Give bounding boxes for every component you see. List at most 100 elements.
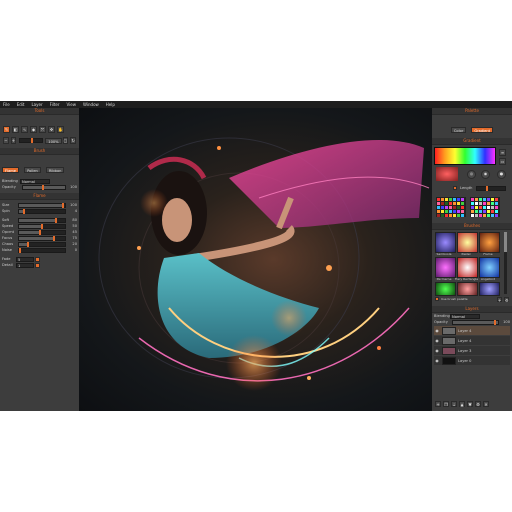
color-swatch[interactable] <box>483 210 486 213</box>
color-swatch[interactable] <box>461 198 464 201</box>
brush-thumb-8[interactable] <box>457 282 478 296</box>
brush-thumb-2[interactable] <box>457 232 478 253</box>
color-swatch[interactable] <box>471 206 474 209</box>
delete-layer-icon[interactable]: ✕ <box>483 401 489 407</box>
color-swatch[interactable] <box>441 210 444 213</box>
fill-tool-icon[interactable]: ◆ <box>30 126 37 133</box>
color-swatch[interactable] <box>453 202 456 205</box>
color-swatch[interactable] <box>479 198 482 201</box>
color-swatch[interactable] <box>453 198 456 201</box>
layer-settings-icon[interactable]: ⚙ <box>475 401 481 407</box>
zoom-slider[interactable] <box>19 138 44 143</box>
zoom-in-icon[interactable]: + <box>10 137 17 144</box>
fade-value[interactable]: 5 <box>16 256 34 262</box>
color-swatch[interactable] <box>441 206 444 209</box>
brush-thumb-3[interactable] <box>479 232 500 253</box>
brushes-scrollbar[interactable] <box>504 232 507 294</box>
layers-opacity-slider[interactable] <box>452 319 499 325</box>
color-swatch[interactable] <box>445 210 448 213</box>
color-swatch[interactable] <box>471 202 474 205</box>
detail-value[interactable]: 1 <box>16 262 34 268</box>
color-swatch[interactable] <box>491 198 494 201</box>
brush-add-icon[interactable]: + <box>497 296 502 303</box>
color-swatch[interactable] <box>491 206 494 209</box>
color-swatch[interactable] <box>479 210 482 213</box>
mode-pollen-button[interactable]: Pollen <box>24 167 41 173</box>
color-swatch[interactable] <box>453 214 456 217</box>
color-swatch[interactable] <box>479 202 482 205</box>
color-swatch[interactable] <box>487 214 490 217</box>
gradient-copy-icon[interactable]: ▭ <box>499 158 506 165</box>
menu-window[interactable]: Window <box>83 102 99 107</box>
menu-file[interactable]: File <box>3 102 10 107</box>
mode-ribbon-button[interactable]: Ribbon <box>45 167 65 173</box>
eye-icon[interactable]: ◉ <box>434 328 440 333</box>
color-swatch[interactable] <box>461 214 464 217</box>
color-swatch[interactable] <box>495 202 498 205</box>
move-tool-icon[interactable]: ✥ <box>48 126 55 133</box>
color-swatch[interactable] <box>471 198 474 201</box>
color-swatch[interactable] <box>441 198 444 201</box>
color-swatch[interactable] <box>441 214 444 217</box>
color-swatch[interactable] <box>475 214 478 217</box>
color-swatch[interactable] <box>495 206 498 209</box>
layer-up-icon[interactable]: ▲ <box>459 401 465 407</box>
layer-row[interactable]: ◉ Layer 3 <box>434 346 510 355</box>
color-swatch[interactable] <box>491 214 494 217</box>
color-swatch[interactable] <box>483 198 486 201</box>
eye-icon[interactable]: ◉ <box>434 358 440 363</box>
color-swatch[interactable] <box>457 210 460 213</box>
brush-thumb-5[interactable] <box>457 257 478 278</box>
color-swatch[interactable] <box>445 206 448 209</box>
color-swatch[interactable] <box>475 206 478 209</box>
slider-track[interactable] <box>18 202 66 208</box>
color-swatch[interactable] <box>453 210 456 213</box>
slider-track[interactable] <box>18 235 66 241</box>
menu-view[interactable]: View <box>67 102 77 107</box>
color-swatch[interactable] <box>479 214 482 217</box>
menu-filter[interactable]: Filter <box>50 102 60 107</box>
color-swatch[interactable] <box>471 214 474 217</box>
color-swatch[interactable] <box>491 202 494 205</box>
color-swatch[interactable] <box>479 206 482 209</box>
slider-track[interactable] <box>18 247 66 253</box>
length-check-icon[interactable] <box>453 186 457 190</box>
color-swatch[interactable] <box>457 214 460 217</box>
color-swatch[interactable] <box>437 202 440 205</box>
length-slider[interactable] <box>476 185 506 191</box>
color-swatch[interactable] <box>461 206 464 209</box>
tab-color[interactable]: Color <box>450 127 467 133</box>
layer-row[interactable]: ◉ Layer 0 <box>434 356 510 365</box>
gradient-preview[interactable] <box>434 147 496 165</box>
eye-icon[interactable]: ◉ <box>434 338 440 343</box>
color-swatch[interactable] <box>461 202 464 205</box>
brush-thumb-6[interactable] <box>479 257 500 278</box>
color-swatch[interactable] <box>495 210 498 213</box>
color-swatch[interactable] <box>457 198 460 201</box>
eraser-tool-icon[interactable]: ◧ <box>12 126 19 133</box>
color-swatch[interactable] <box>475 210 478 213</box>
tab-gradient[interactable]: Gradient <box>471 127 494 133</box>
menu-layer[interactable]: Layer <box>31 102 42 107</box>
zoom-out-icon[interactable]: − <box>3 137 9 144</box>
color-swatch[interactable] <box>457 206 460 209</box>
brush-thumb-7[interactable] <box>435 282 456 296</box>
color-swatch[interactable] <box>475 198 478 201</box>
layer-row[interactable]: ◉ Layer 4 <box>434 336 510 345</box>
blending-select[interactable]: Normal <box>20 178 50 184</box>
color-swatch[interactable] <box>483 206 486 209</box>
brush-tool-icon[interactable]: ✎ <box>3 126 10 133</box>
mode-flame-button[interactable]: Flame <box>2 167 19 173</box>
color-swatch[interactable] <box>487 198 490 201</box>
color-swatch[interactable] <box>437 206 440 209</box>
color-swatch[interactable] <box>483 202 486 205</box>
hand-tool-icon[interactable]: ✋ <box>57 126 64 133</box>
color-swatch[interactable] <box>449 210 452 213</box>
color-swatch[interactable] <box>437 198 440 201</box>
detail-toggle-icon[interactable] <box>35 262 40 268</box>
color-swatch[interactable] <box>483 214 486 217</box>
color-swatch[interactable] <box>487 210 490 213</box>
smudge-tool-icon[interactable]: ∿ <box>21 126 28 133</box>
color-swatch[interactable] <box>495 214 498 217</box>
layer-row[interactable]: ◉ Layer 4 <box>434 326 510 335</box>
